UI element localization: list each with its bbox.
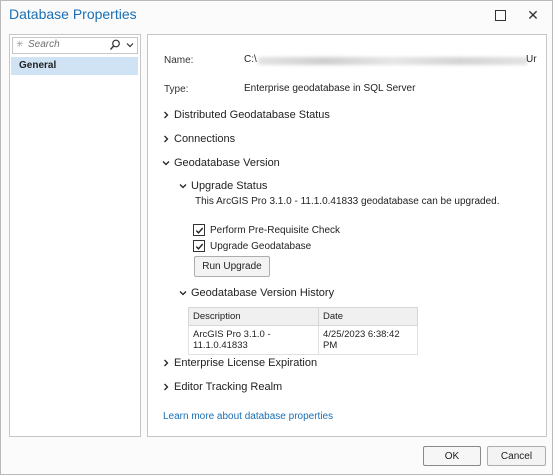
type-value: Enterprise geodatabase in SQL Server	[244, 83, 416, 94]
sidebar-item-general[interactable]: General	[11, 57, 138, 75]
subsection-title: Geodatabase Version History	[191, 287, 335, 299]
prereq-check-row[interactable]: Perform Pre-Requisite Check	[193, 224, 340, 236]
upgrade-geodatabase-label: Upgrade Geodatabase	[210, 240, 312, 252]
title-bar: Database Properties ✕	[1, 1, 552, 29]
checkmark-icon	[195, 243, 203, 250]
general-panel: Name: C:\ Ur Type: Enterprise geodatabas…	[147, 34, 547, 437]
section-editor-tracking[interactable]: Editor Tracking Realm	[162, 381, 282, 393]
chevron-down-icon	[179, 184, 187, 189]
prereq-checkbox-label: Perform Pre-Requisite Check	[210, 224, 341, 236]
column-header-description[interactable]: Description	[188, 307, 319, 326]
table-header-row: Description Date	[188, 307, 418, 326]
section-distributed-status[interactable]: Distributed Geodatabase Status	[162, 109, 330, 121]
run-upgrade-button[interactable]: Run Upgrade	[194, 256, 270, 277]
table-cell-date: 4/25/2023 6:38:42 PM	[318, 325, 418, 355]
section-connections[interactable]: Connections	[162, 133, 235, 145]
section-title: Geodatabase Version	[174, 157, 280, 169]
chevron-right-icon	[164, 135, 169, 143]
database-properties-dialog: Database Properties ✕ ✳ Search General N…	[0, 0, 553, 475]
search-icon[interactable]	[109, 38, 121, 52]
section-title: Editor Tracking Realm	[174, 381, 283, 393]
column-header-date[interactable]: Date	[318, 307, 418, 326]
prereq-checkbox[interactable]	[193, 224, 205, 236]
section-title: Distributed Geodatabase Status	[174, 109, 330, 121]
close-button[interactable]: ✕	[522, 5, 544, 25]
subsection-version-history[interactable]: Geodatabase Version History	[179, 287, 334, 299]
chevron-right-icon	[164, 359, 169, 367]
name-value-prefix: C:\	[244, 54, 257, 65]
table-row[interactable]: ArcGIS Pro 3.1.0 - 11.1.0.41833 4/25/202…	[188, 325, 418, 355]
dialog-title: Database Properties	[9, 6, 137, 22]
search-box[interactable]: ✳ Search	[12, 37, 138, 54]
search-placeholder: Search	[28, 39, 60, 50]
maximize-button[interactable]	[489, 5, 511, 25]
chevron-down-icon[interactable]	[125, 38, 135, 52]
checkmark-icon	[195, 227, 203, 234]
sidebar-item-label: General	[19, 60, 57, 71]
maximize-icon	[494, 9, 506, 21]
chevron-down-icon	[162, 161, 170, 166]
chevron-right-icon	[164, 383, 169, 391]
subsection-title: Upgrade Status	[191, 180, 268, 192]
chevron-down-icon	[179, 291, 187, 296]
version-history-table: Description Date ArcGIS Pro 3.1.0 - 11.1…	[188, 307, 418, 355]
section-geodatabase-version[interactable]: Geodatabase Version	[162, 157, 280, 169]
learn-more-link[interactable]: Learn more about database properties	[163, 411, 333, 422]
section-title: Enterprise License Expiration	[174, 357, 318, 369]
sidebar: ✳ Search General	[9, 34, 141, 437]
chevron-right-icon	[164, 111, 169, 119]
redacted-name-value	[258, 57, 528, 65]
upgrade-geodatabase-checkbox[interactable]	[193, 240, 205, 252]
upgrade-status-message: This ArcGIS Pro 3.1.0 - 11.1.0.41833 geo…	[195, 196, 500, 207]
table-cell-description: ArcGIS Pro 3.1.0 - 11.1.0.41833	[188, 325, 319, 355]
subsection-upgrade-status[interactable]: Upgrade Status	[179, 180, 267, 192]
section-license-expiration[interactable]: Enterprise License Expiration	[162, 357, 317, 369]
ok-button[interactable]: OK	[423, 446, 481, 466]
cancel-button[interactable]: Cancel	[487, 446, 546, 466]
name-value-suffix: Ur	[526, 54, 537, 65]
close-icon: ✕	[527, 6, 539, 23]
section-title: Connections	[174, 133, 236, 145]
type-label: Type:	[164, 84, 189, 95]
sparkle-icon: ✳	[16, 39, 24, 49]
upgrade-geodatabase-row[interactable]: Upgrade Geodatabase	[193, 240, 311, 252]
name-label: Name:	[164, 55, 194, 66]
